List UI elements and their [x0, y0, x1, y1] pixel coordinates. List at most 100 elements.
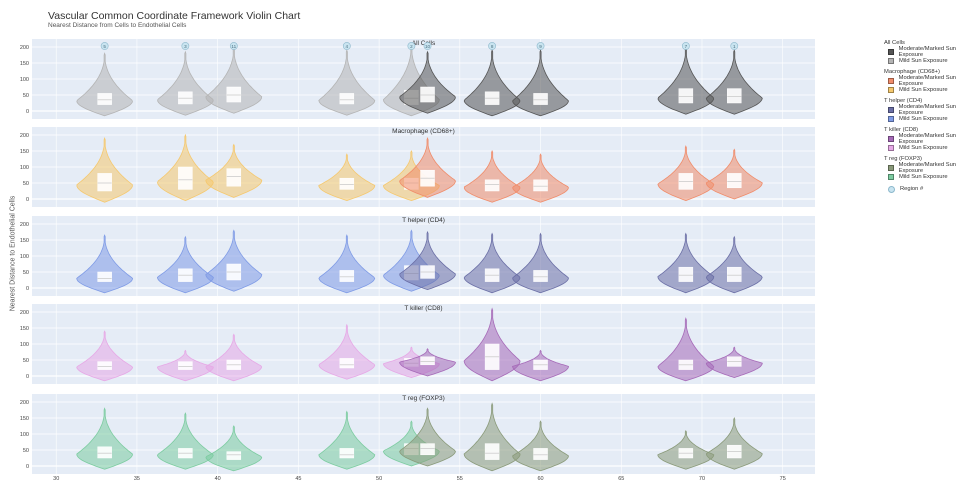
legend-group: All Cells Moderate/Marked Sun Exposure Mil… [884, 40, 975, 65]
legend-item-label: Mild Sun Exposure [899, 145, 948, 151]
x-tick-label: 45 [295, 476, 301, 482]
region-label: 1 [733, 44, 736, 49]
violin-box [727, 88, 742, 104]
legend-item-label: Mild Sun Exposure [899, 58, 948, 64]
legend-swatch [888, 107, 894, 113]
x-tick-label: 75 [780, 476, 786, 482]
legend-group: Macrophage (CD68+) Moderate/Marked Sun Ex… [884, 69, 975, 94]
y-tick-label: 100 [20, 342, 29, 348]
violin-box [339, 93, 355, 105]
violin-box [339, 358, 355, 369]
violin-box [226, 168, 242, 187]
legend-item[interactable]: Mild Sun Exposure [888, 86, 975, 94]
violin-box [678, 88, 694, 104]
violin-box [97, 361, 112, 370]
y-tick-label: 50 [23, 448, 29, 454]
x-tick-label: 70 [699, 476, 705, 482]
legend-item[interactable]: Moderate/Marked Sun Exposure [888, 75, 975, 87]
y-tick-label: 100 [20, 165, 29, 171]
legend-group: T killer (CD8) Moderate/Marked Sun Exposu… [884, 127, 975, 152]
violin-box [97, 446, 112, 459]
violin-box [226, 451, 242, 460]
violin-box [339, 177, 355, 190]
legend-swatch [888, 87, 894, 93]
x-tick-label: 60 [537, 476, 543, 482]
region-label: 5 [103, 44, 106, 49]
y-tick-label: 150 [20, 61, 29, 67]
y-tick-label: 100 [20, 77, 29, 83]
x-tick-label: 65 [618, 476, 624, 482]
violin-box [678, 266, 694, 282]
violin-box [727, 173, 742, 189]
violin-box [533, 270, 548, 282]
violin-box [533, 93, 548, 105]
x-tick-label: 30 [53, 476, 59, 482]
violin-box [420, 356, 435, 366]
y-tick-label: 0 [26, 464, 29, 470]
violin-box [178, 166, 193, 190]
y-tick-label: 0 [26, 286, 29, 292]
legend-swatch [888, 78, 894, 84]
legend-item[interactable]: Mild Sun Exposure [888, 173, 975, 181]
x-tick-label: 55 [457, 476, 463, 482]
legend-item-region[interactable]: Region # [888, 185, 975, 193]
y-tick-label: 200 [20, 400, 29, 406]
legend-swatch [888, 58, 894, 64]
panel-3: 0 50 100 150 200 T killer (CD8) [20, 304, 815, 384]
legend-swatch [888, 174, 894, 180]
legend-item-label: Moderate/Marked Sun Exposure [898, 104, 957, 116]
x-tick-label: 35 [134, 476, 140, 482]
y-tick-label: 0 [26, 109, 29, 115]
legend-item-label: Moderate/Marked Sun Exposure [898, 46, 957, 58]
violin-box [97, 271, 112, 282]
y-tick-label: 150 [20, 416, 29, 422]
y-tick-label: 100 [20, 254, 29, 260]
legend-item[interactable]: Mild Sun Exposure [888, 57, 975, 65]
legend: All Cells Moderate/Marked Sun Exposure Mil… [884, 40, 975, 194]
legend-item[interactable]: Moderate/Marked Sun Exposure [888, 46, 975, 58]
region-label: 9 [539, 44, 542, 49]
legend-item-label: Mild Sun Exposure [899, 174, 948, 180]
y-tick-label: 200 [20, 45, 29, 51]
legend-item[interactable]: Moderate/Marked Sun Exposure [888, 104, 975, 116]
legend-item-label: Mild Sun Exposure [899, 116, 948, 122]
violin-box [97, 93, 112, 105]
legend-item[interactable]: Moderate/Marked Sun Exposure [888, 133, 975, 145]
violin-box [484, 443, 500, 460]
y-tick-label: 200 [20, 133, 29, 139]
region-label: 11 [231, 44, 236, 49]
panel-4: 0 50 100 150 200 T reg (FOXP3) [20, 394, 815, 474]
y-tick-label: 0 [26, 197, 29, 203]
legend-item-label: Mild Sun Exposure [899, 87, 948, 93]
region-label: 4 [346, 44, 349, 49]
violin-box [420, 443, 435, 456]
y-tick-label: 50 [23, 93, 29, 99]
x-tick-label: 50 [376, 476, 382, 482]
y-tick-label: 150 [20, 326, 29, 332]
panel-2: 0 50 100 150 200 T helper (CD4) [20, 216, 815, 296]
y-tick-label: 200 [20, 310, 29, 316]
region-label: 2 [410, 44, 413, 49]
x-tick-label: 40 [215, 476, 221, 482]
legend-group: T helper (CD4) Moderate/Marked Sun Exposu… [884, 98, 975, 123]
legend-swatch [888, 116, 894, 122]
violin-box [727, 266, 742, 282]
region-label: 3 [184, 44, 187, 49]
legend-item[interactable]: Moderate/Marked Sun Exposure [888, 162, 975, 174]
legend-swatch [888, 49, 894, 55]
y-tick-label: 150 [20, 149, 29, 155]
region-label: 7 [685, 44, 688, 49]
violin-box [484, 179, 500, 192]
violin-box [420, 86, 435, 103]
violin-box [339, 270, 355, 282]
legend-item[interactable]: Mild Sun Exposure [888, 144, 975, 152]
region-label: 10 [425, 44, 431, 49]
violin-box [533, 448, 548, 460]
legend-item-label: Moderate/Marked Sun Exposure [898, 75, 957, 87]
legend-item-label: Moderate/Marked Sun Exposure [898, 133, 957, 145]
legend-swatch [888, 165, 894, 171]
legend-item[interactable]: Mild Sun Exposure [888, 115, 975, 123]
violin-box [533, 179, 548, 192]
legend-item-label: Moderate/Marked Sun Exposure [898, 162, 957, 174]
y-tick-label: 200 [20, 222, 29, 228]
